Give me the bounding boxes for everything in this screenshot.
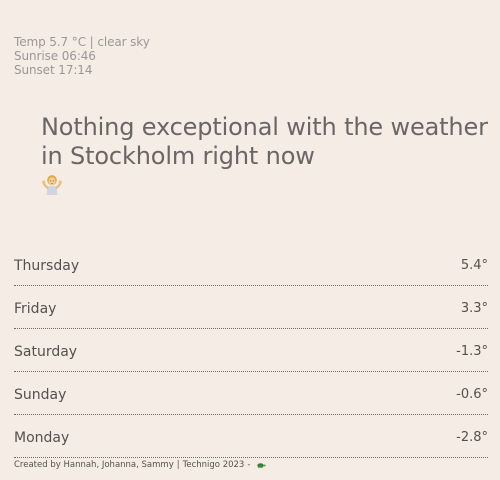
person-shrugging-icon [41, 173, 63, 195]
weather-summary: Temp 5.7 °C | clear sky Sunrise 06:46 Su… [14, 35, 150, 77]
forecast-row: Friday 3.3° [14, 287, 488, 329]
forecast-row: Monday -2.8° [14, 416, 488, 458]
forecast-list: Thursday 5.4° Friday 3.3° Saturday -1.3°… [14, 244, 488, 459]
forecast-temp: -1.3° [456, 344, 488, 359]
forecast-day: Sunday [14, 386, 67, 403]
weather-headline: Nothing exceptional with the weather in … [41, 113, 491, 202]
forecast-day: Thursday [14, 257, 80, 274]
turtle-icon [256, 461, 267, 469]
footer-separator: | [176, 460, 180, 470]
footer: Created by Hannah, Johanna, Sammy | Tech… [14, 460, 267, 470]
forecast-row: Thursday 5.4° [14, 244, 488, 286]
forecast-row: Sunday -0.6° [14, 373, 488, 415]
footer-org: Technigo 2023 [182, 460, 245, 470]
footer-dash: - [247, 460, 251, 470]
sunrise-time: Sunrise 06:46 [14, 49, 96, 63]
sunset-time: Sunset 17:14 [14, 63, 93, 77]
forecast-day: Saturday [14, 343, 78, 360]
temperature-condition: Temp 5.7 °C | clear sky [14, 35, 150, 49]
forecast-temp: 5.4° [460, 258, 488, 273]
forecast-day: Friday [14, 300, 57, 317]
forecast-row: Saturday -1.3° [14, 330, 488, 372]
footer-credits: Created by Hannah, Johanna, Sammy [14, 460, 174, 470]
forecast-temp: -2.8° [456, 430, 488, 445]
forecast-day: Monday [14, 429, 70, 446]
headline-text: Nothing exceptional with the weather in … [41, 113, 488, 170]
forecast-temp: -0.6° [456, 387, 488, 402]
forecast-temp: 3.3° [460, 301, 488, 316]
